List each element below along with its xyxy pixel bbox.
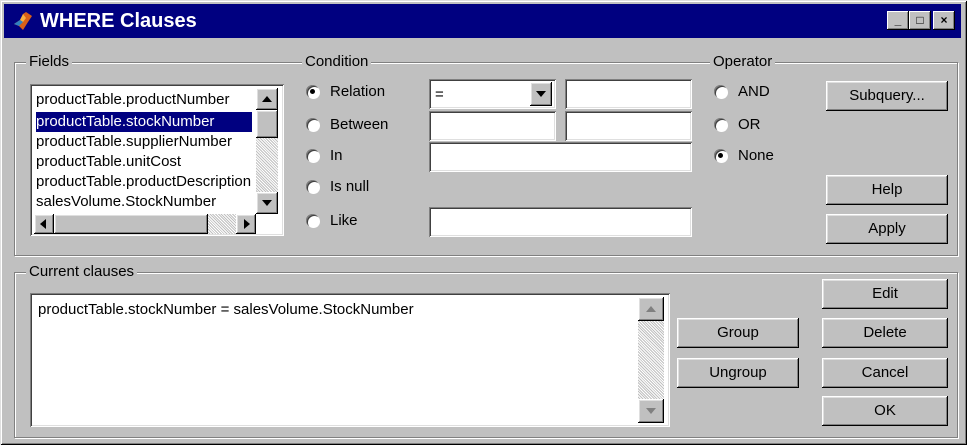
condition-label: Condition <box>302 54 372 70</box>
scroll-down-button[interactable] <box>256 192 278 214</box>
radio-is-null-label: Is null <box>330 178 370 195</box>
ungroup-button[interactable]: Ungroup <box>677 358 799 388</box>
radio-relation-label: Relation <box>330 83 386 100</box>
list-item[interactable]: productTable.productDescription <box>36 172 252 192</box>
fields-list: productTable.productNumber productTable.… <box>30 84 282 214</box>
fields-label: Fields <box>26 54 73 70</box>
radio-icon <box>306 118 319 131</box>
list-item-selected[interactable]: productTable.stockNumber <box>36 112 252 132</box>
current-clauses-listbox[interactable]: productTable.stockNumber = salesVolume.S… <box>30 293 670 427</box>
close-icon: × <box>940 13 948 27</box>
clauses-vertical-scrollbar[interactable] <box>638 297 664 423</box>
relation-operator-value: = <box>435 86 444 103</box>
horizontal-scroll-thumb[interactable] <box>54 214 208 234</box>
radio-and-label: AND <box>738 83 770 100</box>
cancel-button[interactable]: Cancel <box>822 358 948 388</box>
between-low-input[interactable] <box>429 111 556 141</box>
radio-icon <box>306 149 319 162</box>
list-item[interactable]: productTable.unitCost <box>36 152 252 172</box>
subquery-button[interactable]: Subquery... <box>826 81 948 111</box>
list-item[interactable]: productTable.stockNumber = salesVolume.S… <box>38 301 414 318</box>
minimize-icon: _ <box>894 13 902 27</box>
close-button[interactable]: × <box>933 11 955 30</box>
scroll-up-button[interactable] <box>638 297 664 321</box>
arrow-down-icon <box>646 408 656 414</box>
radio-icon <box>306 85 319 98</box>
arrow-up-icon <box>262 96 272 102</box>
scroll-up-button[interactable] <box>256 88 278 110</box>
group-button[interactable]: Group <box>677 318 799 348</box>
radio-icon <box>714 85 727 98</box>
dropdown-button[interactable] <box>530 82 552 106</box>
list-item[interactable]: productTable.supplierNumber <box>36 132 252 152</box>
radio-in-label: In <box>330 147 343 164</box>
radio-between-label: Between <box>330 116 389 133</box>
where-clauses-window: WHERE Clauses _ □ × Fields productTable.… <box>0 0 967 445</box>
arrow-left-icon <box>40 219 46 229</box>
scroll-thumb[interactable] <box>256 110 278 138</box>
help-button[interactable]: Help <box>826 175 948 205</box>
scroll-left-button[interactable] <box>34 214 54 234</box>
list-item[interactable]: salesVolume.StockNumber <box>36 192 252 212</box>
between-high-input[interactable] <box>565 111 692 141</box>
arrow-right-icon <box>244 219 250 229</box>
arrow-down-icon <box>262 200 272 206</box>
operator-label: Operator <box>710 54 776 70</box>
radio-icon <box>306 214 319 227</box>
maximize-icon: □ <box>916 13 924 27</box>
radio-none-label: None <box>738 147 774 164</box>
scroll-right-button[interactable] <box>236 214 256 234</box>
minimize-button[interactable]: _ <box>887 11 909 30</box>
current-clauses-label: Current clauses <box>26 264 138 280</box>
in-value-input[interactable] <box>429 142 692 172</box>
radio-or-label: OR <box>738 116 761 133</box>
radio-icon <box>714 149 727 162</box>
list-item[interactable]: productTable.productNumber <box>36 90 252 110</box>
radio-like-label: Like <box>330 212 358 229</box>
apply-button[interactable]: Apply <box>826 214 948 244</box>
title-bar[interactable]: WHERE Clauses _ □ × <box>4 4 961 38</box>
fields-horizontal-scrollbar[interactable] <box>34 214 256 234</box>
matlab-logo-icon <box>14 12 32 30</box>
fields-listbox[interactable]: productTable.productNumber productTable.… <box>30 84 284 236</box>
window-title: WHERE Clauses <box>40 10 197 32</box>
delete-button[interactable]: Delete <box>822 318 948 348</box>
like-value-input[interactable] <box>429 207 692 237</box>
chevron-down-icon <box>536 91 546 97</box>
radio-icon <box>714 118 727 131</box>
relation-value-input[interactable] <box>565 79 692 109</box>
scroll-down-button[interactable] <box>638 399 664 423</box>
relation-operator-select[interactable]: = <box>429 79 556 109</box>
maximize-button[interactable]: □ <box>909 11 931 30</box>
arrow-up-icon <box>646 306 656 312</box>
ok-button[interactable]: OK <box>822 396 948 426</box>
radio-icon <box>306 180 319 193</box>
edit-button[interactable]: Edit <box>822 279 948 309</box>
fields-vertical-scrollbar[interactable] <box>256 88 278 214</box>
